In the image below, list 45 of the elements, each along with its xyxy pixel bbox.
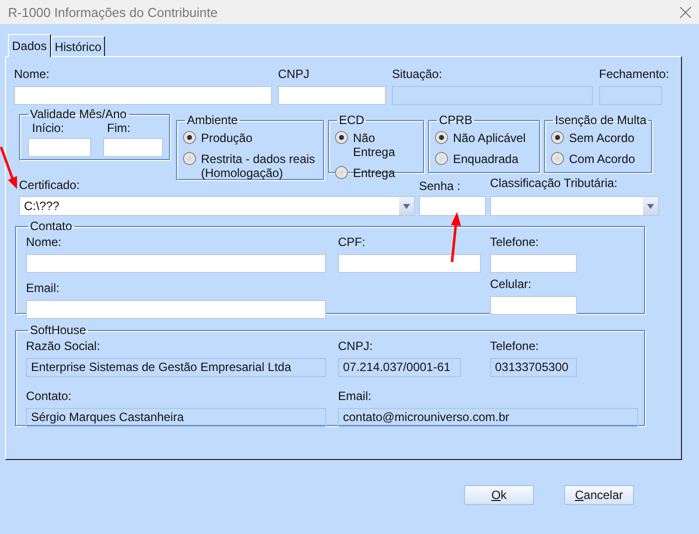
group-title: Contato [29,220,74,233]
field-label: Classificação Tributária: [490,176,618,190]
field-label: CPF: [338,235,366,249]
field-label: Contato: [26,389,72,403]
window-title: R-1000 Informações do Contribuinte [8,4,218,20]
field-label: Telefone: [490,339,540,353]
field-label: Fim: [106,121,132,135]
field-label: Nome: [26,235,62,249]
field-label: Email: [338,389,372,403]
field-label: Fechamento: [599,67,670,81]
radio-option[interactable]: Não Entrega [335,131,417,159]
field-label: Certificado: [19,178,81,192]
readonly-field: 03133705300 [490,358,577,377]
group-title: SoftHouse [29,324,88,337]
field-label: Email: [26,281,60,295]
tab[interactable]: Histórico [50,36,106,56]
group-title: Ambiente [186,114,239,127]
group-title: Validade Mês/Ano [29,108,128,121]
radio-option[interactable]: Restrita - dados reais (Homologação) [183,152,317,180]
field-label: CNPJ [278,67,310,81]
radio-option[interactable]: Sem Acordo [551,131,645,145]
group-title: ECD [338,114,366,127]
radio-option[interactable]: Com Acordo [551,152,645,166]
field-label: Início: [31,121,66,135]
readonly-field: Sérgio Marques Castanheira [26,408,326,427]
readonly-field: contato@microuniverso.com.br [338,408,638,427]
tab[interactable]: Dados [8,34,51,57]
radio-option[interactable]: Produção [183,131,317,145]
field-label: Nome: [14,67,50,81]
dialog-button[interactable]: Ok [464,485,534,505]
field-label: Telefone: [490,235,540,249]
group-title: CPRB [438,114,474,127]
group-title: Isenção de Multa [554,114,648,127]
radio-option[interactable]: Enquadrada [435,152,533,166]
field-label: Situação: [392,67,444,81]
readonly-field: Enterprise Sistemas de Gestão Empresarial Ltda [26,358,326,377]
dialog-button[interactable]: Cancelar [564,485,634,505]
radio-option[interactable]: Não Aplicável [435,131,533,145]
field-label: Celular: [490,277,532,291]
field-label: CNPJ: [338,339,374,353]
readonly-field: 07.214.037/0001-61 [338,358,461,377]
radio-option[interactable]: Entrega [335,166,417,180]
combo-box[interactable]: C:\??? [19,196,415,216]
field-label: Razão Social: [26,339,102,353]
field-label: Senha : [419,179,462,193]
